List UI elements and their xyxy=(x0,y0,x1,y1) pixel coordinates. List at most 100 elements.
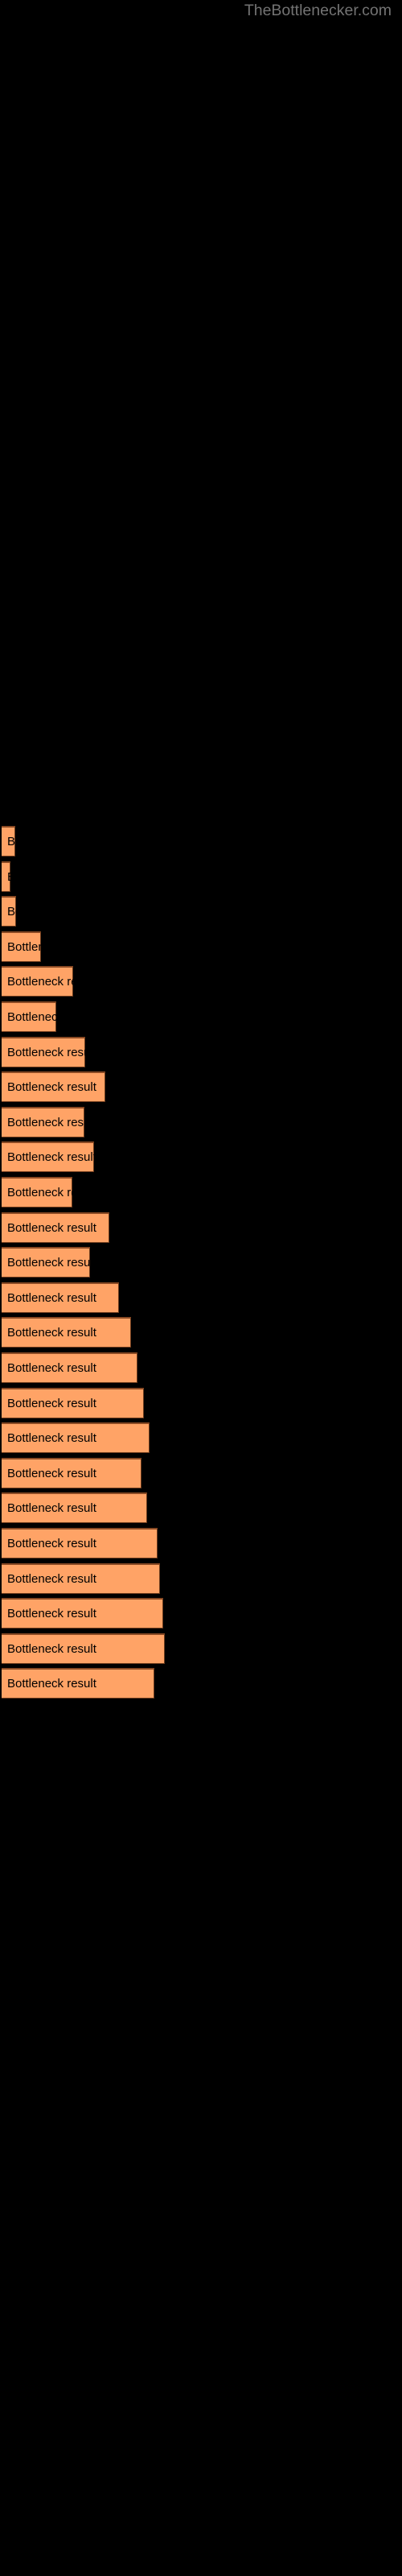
bar-row: Bottleneck result xyxy=(0,1598,402,1629)
bar-label: Bottleneck result xyxy=(7,1606,96,1620)
bar: Bottleneck result xyxy=(2,1563,160,1594)
bar-row: Bottleneck result xyxy=(0,1247,402,1278)
bar-clip: Bottleneck result xyxy=(2,1071,105,1102)
bar-label: Bottleneck result xyxy=(7,1115,84,1129)
bar-row: Bottleneck result xyxy=(0,1563,402,1594)
bar-label: Bottleneck result xyxy=(7,1641,96,1656)
bar-clip: Bottleneck result xyxy=(2,1282,119,1313)
bar-row: Bottleneck result xyxy=(0,1458,402,1488)
bar-clip: Bottleneck result xyxy=(2,1388,144,1418)
bar-label: Bottleneck result xyxy=(7,1080,96,1094)
bar-clip: Bottleneck result xyxy=(2,1001,56,1032)
bar: Bottleneck result xyxy=(2,1388,144,1418)
bar-row: Bottleneck result xyxy=(0,1633,402,1664)
bar-label: Bottleneck result xyxy=(7,1009,56,1024)
bar-label: Bottleneck result xyxy=(7,1185,72,1199)
bar: Bottleneck result xyxy=(2,1107,84,1137)
bar-row: Bottleneck result xyxy=(0,861,402,892)
bar-label: Bottleneck result xyxy=(7,1396,96,1410)
bar: Bottleneck result xyxy=(2,1212,109,1243)
bar-clip: Bottleneck result xyxy=(2,1422,150,1453)
bar-row: Bottleneck result xyxy=(0,1037,402,1067)
bar: Bottleneck result xyxy=(2,1668,154,1699)
bar-label: Bottleneck result xyxy=(7,1045,85,1059)
bar: Bottleneck result xyxy=(2,1352,137,1383)
bar-row: Bottleneck result xyxy=(0,826,402,857)
bar: Bottleneck result xyxy=(2,1528,158,1558)
bar-row: Bottleneck result xyxy=(0,1352,402,1383)
bar-label: Bottleneck result xyxy=(7,1536,96,1550)
bar-row: Bottleneck result xyxy=(0,1317,402,1348)
bar-row: Bottleneck result xyxy=(0,931,402,962)
bar-clip: Bottleneck result xyxy=(2,896,16,927)
bar-row: Bottleneck result xyxy=(0,1282,402,1313)
bar-row: Bottleneck result xyxy=(0,1177,402,1208)
bar: Bottleneck result xyxy=(2,896,16,927)
bar: Bottleneck result xyxy=(2,1282,119,1313)
bar-clip: Bottleneck result xyxy=(2,1668,154,1699)
bar-label: Bottleneck result xyxy=(7,974,73,989)
bar-label: Bottleneck result xyxy=(7,1290,96,1305)
bar-row: Bottleneck result xyxy=(0,1071,402,1102)
bottleneck-bar-chart: TheBottlenecker.com Bottleneck resultBot… xyxy=(0,0,402,2576)
bar-clip: Bottleneck result xyxy=(2,1492,147,1523)
bar: Bottleneck result xyxy=(2,1001,56,1032)
bar: Bottleneck result xyxy=(2,1247,90,1278)
bar-clip: Bottleneck result xyxy=(2,1107,84,1137)
bar-row: Bottleneck result xyxy=(0,1492,402,1523)
bar-label: Bottleneck result xyxy=(7,1220,96,1235)
bar-row: Bottleneck result xyxy=(0,1212,402,1243)
bar-clip: Bottleneck result xyxy=(2,1598,163,1629)
bar-label: Bottleneck result xyxy=(7,1430,96,1445)
bar: Bottleneck result xyxy=(2,1458,142,1488)
bar-clip: Bottleneck result xyxy=(2,1212,109,1243)
bar-row: Bottleneck result xyxy=(0,1001,402,1032)
bar-label: Bottleneck result xyxy=(7,939,41,954)
bar: Bottleneck result xyxy=(2,966,73,997)
bar-row: Bottleneck result xyxy=(0,1422,402,1453)
bar-label: Bottleneck result xyxy=(7,1255,90,1269)
bar-row: Bottleneck result xyxy=(0,1107,402,1137)
bar-row: Bottleneck result xyxy=(0,1668,402,1699)
bar-row: Bottleneck result xyxy=(0,966,402,997)
bar-label: Bottleneck result xyxy=(7,1325,96,1340)
bar-row: Bottleneck result xyxy=(0,896,402,927)
bar: Bottleneck result xyxy=(2,1598,163,1629)
bar-label: Bottleneck result xyxy=(7,1676,96,1690)
bar: Bottleneck result xyxy=(2,1492,147,1523)
bar: Bottleneck result xyxy=(2,931,41,962)
bar-clip: Bottleneck result xyxy=(2,1247,90,1278)
bar: Bottleneck result xyxy=(2,826,15,857)
bar-clip: Bottleneck result xyxy=(2,826,15,857)
bar: Bottleneck result xyxy=(2,1177,72,1208)
bar-clip: Bottleneck result xyxy=(2,1037,85,1067)
bar-clip: Bottleneck result xyxy=(2,1317,131,1348)
bar-clip: Bottleneck result xyxy=(2,1177,72,1208)
bar-row: Bottleneck result xyxy=(0,1388,402,1418)
bar: Bottleneck result xyxy=(2,1422,150,1453)
bar: Bottleneck result xyxy=(2,1141,94,1172)
bar: Bottleneck result xyxy=(2,1071,105,1102)
bar-clip: Bottleneck result xyxy=(2,966,73,997)
bar: Bottleneck result xyxy=(2,1037,85,1067)
bar-clip: Bottleneck result xyxy=(2,1563,160,1594)
bar-label: Bottleneck result xyxy=(7,870,10,885)
bar-label: Bottleneck result xyxy=(7,1571,96,1586)
bar-clip: Bottleneck result xyxy=(2,931,41,962)
bar-label: Bottleneck result xyxy=(7,1501,96,1515)
bar-row: Bottleneck result xyxy=(0,1141,402,1172)
bar-label: Bottleneck result xyxy=(7,1360,96,1375)
bar-clip: Bottleneck result xyxy=(2,1633,165,1664)
bar: Bottleneck result xyxy=(2,861,10,892)
bar: Bottleneck result xyxy=(2,1633,165,1664)
bar-row: Bottleneck result xyxy=(0,1528,402,1558)
bar-label: Bottleneck result xyxy=(7,834,15,848)
plot-area: Bottleneck result Bottleneck result Bottle… xyxy=(0,0,402,2576)
bar-clip: Bottleneck result xyxy=(2,1141,94,1172)
bar-clip: Bottleneck result xyxy=(2,1528,158,1558)
bar-label: Bottleneck result xyxy=(7,1150,94,1164)
bar: Bottleneck result xyxy=(2,1317,131,1348)
bar-clip: Bottleneck result xyxy=(2,1352,137,1383)
bar-label: Bottleneck result xyxy=(7,904,16,919)
bar-label: Bottleneck result xyxy=(7,1466,96,1480)
